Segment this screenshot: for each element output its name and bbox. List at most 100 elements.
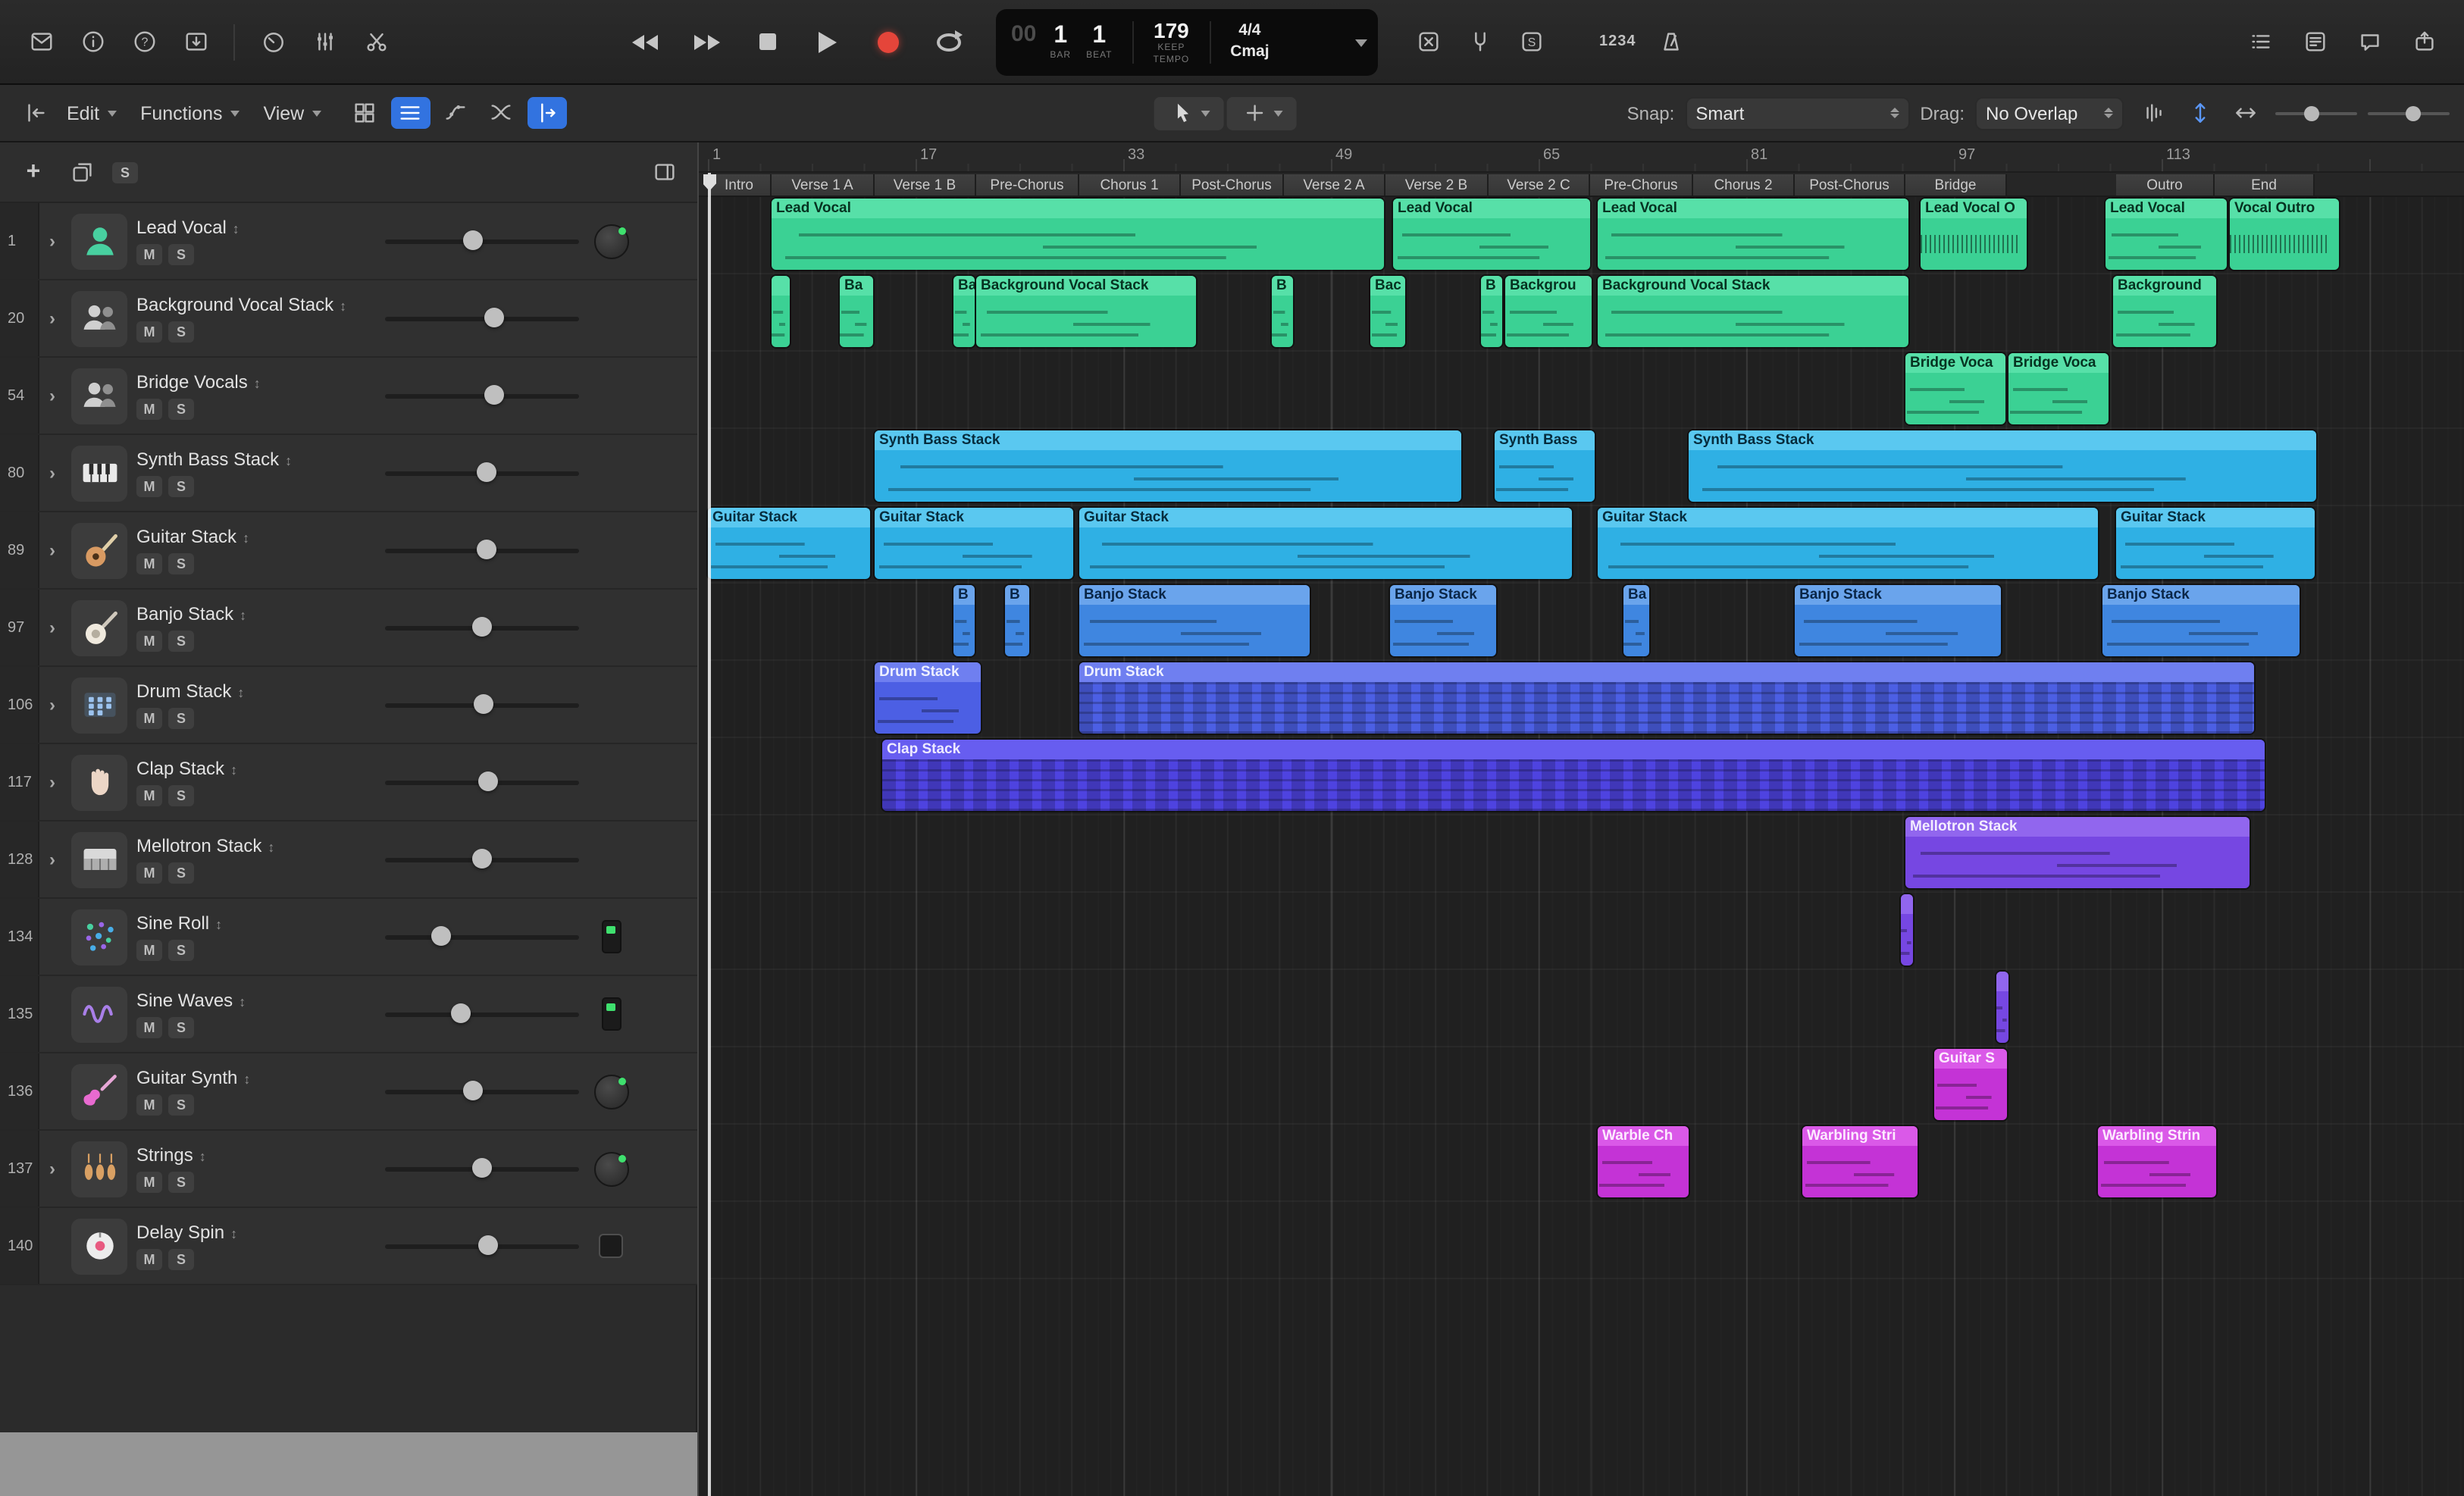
track-name[interactable]: Sine Roll↕ xyxy=(136,912,376,934)
region[interactable]: Banjo Stack xyxy=(1795,585,2001,656)
solo-button[interactable]: S xyxy=(168,940,194,961)
quick-help-icon[interactable]: ? xyxy=(121,22,167,61)
region[interactable]: Synth Bass Stack xyxy=(1689,430,2316,502)
scroll-to-start-icon[interactable] xyxy=(15,97,55,129)
region[interactable]: Drum Stack xyxy=(875,662,981,734)
region[interactable]: Backgrou xyxy=(1505,276,1592,347)
master-solo-button[interactable]: S xyxy=(112,161,138,183)
volume-slider[interactable] xyxy=(385,926,579,947)
horizontal-zoom-slider[interactable] xyxy=(2368,104,2450,122)
chat-icon[interactable] xyxy=(2347,22,2392,61)
arrangement-marker[interactable]: Pre-Chorus xyxy=(1590,174,1693,196)
output-square[interactable] xyxy=(599,1234,623,1258)
disclosure-chevron[interactable]: › xyxy=(42,1158,62,1179)
track-header[interactable]: 140Delay Spin↕MS xyxy=(0,1208,697,1285)
region[interactable]: Synth Bass Stack xyxy=(875,430,1461,502)
add-track-button[interactable]: + xyxy=(15,155,52,189)
track-lane[interactable] xyxy=(708,970,2464,1047)
volume-slider[interactable] xyxy=(385,230,579,252)
track-lane[interactable]: Clap Stack xyxy=(708,738,2464,815)
track-lane[interactable]: Guitar S xyxy=(708,1047,2464,1125)
track-name[interactable]: Synth Bass Stack↕ xyxy=(136,449,376,470)
arrangement-marker[interactable]: Outro xyxy=(2116,174,2215,196)
rewind-button[interactable] xyxy=(626,25,665,58)
track-lane[interactable]: Synth Bass StackSynth BassSynth Bass Sta… xyxy=(708,429,2464,506)
smart-controls-icon[interactable] xyxy=(250,22,296,61)
solo-button[interactable]: S xyxy=(168,1017,194,1038)
pan-knob[interactable] xyxy=(593,224,628,258)
grid-view-icon[interactable] xyxy=(345,97,384,129)
arrangement-marker[interactable]: Verse 1 A xyxy=(772,174,875,196)
region[interactable]: Warbling Strin xyxy=(2098,1126,2216,1197)
track-lane[interactable] xyxy=(708,893,2464,970)
editors-icon[interactable] xyxy=(353,22,399,61)
region[interactable] xyxy=(772,276,790,347)
disclosure-chevron[interactable]: › xyxy=(42,617,62,638)
track-header-config-icon[interactable] xyxy=(646,155,682,189)
person-icon[interactable] xyxy=(71,213,127,269)
strings-icon[interactable] xyxy=(71,1141,127,1197)
arrangement-marker[interactable]: Pre-Chorus xyxy=(976,174,1079,196)
track-name[interactable]: Strings↕ xyxy=(136,1144,376,1166)
lcd-tempo[interactable]: 179 KEEP TEMPO xyxy=(1154,19,1190,64)
solo-button[interactable]: S xyxy=(168,244,194,265)
command-click-tool-menu[interactable] xyxy=(1227,96,1297,130)
track-lane[interactable]: Mellotron Stack xyxy=(708,815,2464,893)
track-name[interactable]: Delay Spin↕ xyxy=(136,1222,376,1243)
track-name[interactable]: Drum Stack↕ xyxy=(136,681,376,702)
guitar-icon[interactable] xyxy=(71,522,127,578)
volume-slider[interactable] xyxy=(385,1235,579,1257)
replace-mode-icon[interactable]: S xyxy=(1508,22,1554,61)
region[interactable]: Background Vocal Stack xyxy=(976,276,1196,347)
arrangement-marker[interactable]: Chorus 1 xyxy=(1079,174,1181,196)
track-lane[interactable]: Warble ChWarbling StriWarbling Strin xyxy=(708,1125,2464,1202)
region[interactable]: Ba xyxy=(953,276,975,347)
mute-button[interactable]: M xyxy=(136,1017,162,1038)
disclosure-chevron[interactable]: › xyxy=(42,694,62,715)
hand-icon[interactable] xyxy=(71,754,127,810)
knob-icon[interactable] xyxy=(71,1218,127,1274)
region[interactable]: Guitar S xyxy=(1934,1049,2007,1120)
track-header[interactable]: 128›Mellotron Stack↕MS xyxy=(0,822,697,899)
region[interactable]: Vocal Outro xyxy=(2230,199,2339,270)
track-header[interactable]: 80›Synth Bass Stack↕MS xyxy=(0,435,697,512)
vertical-auto-zoom-icon[interactable] xyxy=(2180,97,2219,129)
forward-button[interactable] xyxy=(687,25,726,58)
mute-button[interactable]: M xyxy=(136,862,162,884)
arrangement-marker[interactable]: Intro xyxy=(708,174,772,196)
region[interactable]: Bac xyxy=(1370,276,1405,347)
volume-slider[interactable] xyxy=(385,385,579,406)
solo-button[interactable]: S xyxy=(168,1094,194,1116)
playhead[interactable] xyxy=(708,173,710,1496)
solo-button[interactable]: S xyxy=(168,862,194,884)
solo-button[interactable]: S xyxy=(168,708,194,729)
region[interactable]: Ba xyxy=(1623,585,1649,656)
track-name[interactable]: Guitar Stack↕ xyxy=(136,526,376,547)
track-lane[interactable]: Lead VocalLead VocalLead VocalLead Vocal… xyxy=(708,197,2464,274)
track-header[interactable]: 136Guitar Synth↕MS xyxy=(0,1053,697,1131)
record-button[interactable] xyxy=(869,25,908,58)
volume-slider[interactable] xyxy=(385,617,579,638)
mute-button[interactable]: M xyxy=(136,708,162,729)
solo-button[interactable]: S xyxy=(168,785,194,806)
track-lane[interactable]: Drum StackDrum Stack xyxy=(708,661,2464,738)
pan-knob[interactable] xyxy=(593,1151,628,1186)
arrangement-marker[interactable] xyxy=(2007,174,2116,196)
crossfade-icon[interactable] xyxy=(481,97,521,129)
region[interactable]: Guitar Stack xyxy=(1079,508,1572,579)
list-view-icon[interactable] xyxy=(390,97,430,129)
region[interactable] xyxy=(1996,972,2008,1043)
region[interactable]: B xyxy=(1005,585,1029,656)
track-header[interactable]: 106›Drum Stack↕MS xyxy=(0,667,697,744)
catch-playhead-icon[interactable] xyxy=(527,97,566,129)
disclosure-chevron[interactable]: › xyxy=(42,540,62,561)
note-pads-icon[interactable] xyxy=(2292,22,2337,61)
region[interactable]: Guitar Stack xyxy=(2116,508,2315,579)
mute-button[interactable]: M xyxy=(136,940,162,961)
track-header[interactable]: 89›Guitar Stack↕MS xyxy=(0,512,697,590)
region[interactable]: Guitar Stack xyxy=(1598,508,2098,579)
region[interactable]: B xyxy=(1272,276,1293,347)
share-icon[interactable] xyxy=(2401,22,2447,61)
solo-button[interactable]: S xyxy=(168,321,194,343)
volume-slider[interactable] xyxy=(385,308,579,329)
